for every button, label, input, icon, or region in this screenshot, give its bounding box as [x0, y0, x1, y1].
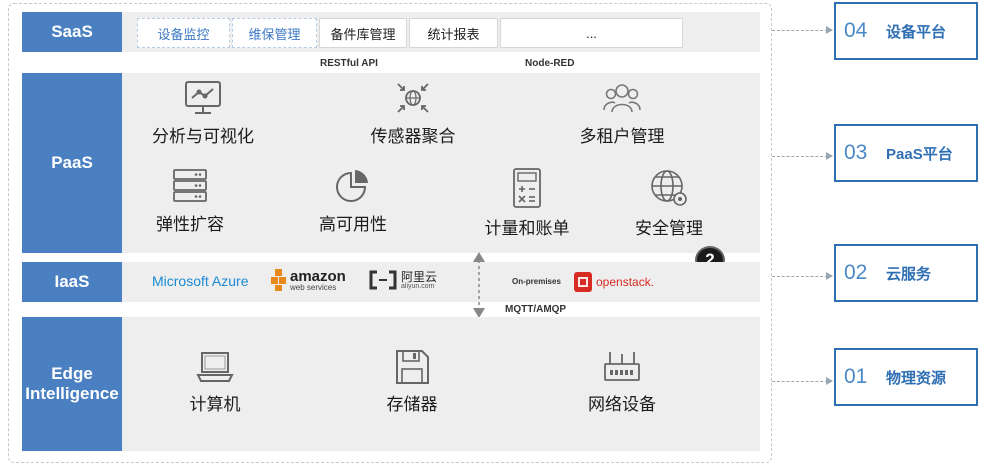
edge-item-label: 计算机: [189, 395, 241, 414]
aws-cubes-icon: [271, 269, 286, 291]
platform-box-03: 03 PaaS平台: [834, 124, 978, 182]
paas-item-label: 安全管理: [635, 219, 703, 238]
calculator-icon: [507, 168, 547, 208]
saas-layer-label: SaaS: [22, 12, 122, 52]
paas-item-label: 计量和账单: [484, 219, 570, 238]
mqtt-amqp-label: MQTT/AMQP: [505, 304, 567, 315]
pie-chart-icon: [333, 168, 373, 204]
paas-item-label: 分析与可视化: [152, 127, 254, 146]
edge-layer-label: Edge Intelligence: [22, 317, 122, 451]
aliyun-subtitle: aliyun.com: [401, 282, 435, 290]
aliyun-wordmark: 阿里云: [401, 269, 438, 284]
saas-item-reports: 统计报表: [409, 18, 498, 48]
edge-item-label: 网络设备: [588, 395, 656, 414]
amazon-subtitle: web services: [290, 282, 337, 292]
openstack-wordmark: openstack.: [596, 275, 655, 289]
connector-02: [772, 276, 828, 277]
monitor-chart-icon: [183, 80, 223, 116]
connector-02-arrow: [826, 272, 833, 280]
connector-03: [772, 156, 828, 157]
connector-03-arrow: [826, 152, 833, 160]
platform-name: 设备平台: [886, 23, 947, 41]
paas-item-label: 多租户管理: [579, 127, 665, 146]
platform-number: 04: [844, 19, 868, 42]
users-group-icon: [602, 80, 642, 116]
saas-item-maintenance: 维保管理: [232, 18, 317, 48]
platform-number: 01: [844, 365, 868, 388]
platform-box-01: 01 物理资源: [834, 348, 978, 406]
openstack-cube-icon: [574, 272, 592, 292]
saas-item-device-monitoring: 设备监控: [137, 18, 230, 48]
platform-box-04: 04 设备平台: [834, 2, 978, 60]
edge-layer-label-text: Edge Intelligence: [25, 364, 119, 403]
connector-01-arrow: [826, 377, 833, 385]
edge-item-storage: 存储器: [357, 350, 467, 415]
connector-04-arrow: [826, 26, 833, 34]
paas-item-security: 安全管理: [614, 168, 724, 239]
edge-item-network: 网络设备: [567, 350, 677, 415]
platform-name: 云服务: [886, 265, 932, 283]
paas-item-label: 弹性扩容: [156, 215, 224, 234]
paas-item-label: 传感器聚合: [370, 127, 456, 146]
paas-item-metering-billing: 计量和账单: [472, 168, 582, 239]
openstack-logo: openstack.: [573, 271, 654, 293]
paas-item-label: 高可用性: [319, 215, 387, 234]
router-icon: [602, 350, 642, 384]
paas-item-elastic-scaling: 弹性扩容: [135, 168, 245, 235]
edge-item-computer: 计算机: [160, 350, 270, 415]
server-stack-icon: [170, 168, 210, 204]
saas-item-spare-parts: 备件库管理: [319, 18, 407, 48]
amazon-logo: amazon web services: [270, 268, 346, 292]
mqtt-double-arrow: [473, 252, 485, 318]
paas-item-analytics: 分析与可视化: [148, 80, 258, 147]
amazon-wordmark: amazon: [290, 267, 346, 285]
aliyun-logo: 阿里云 aliyun.com: [368, 270, 437, 290]
platform-name: 物理资源: [886, 369, 947, 387]
node-red-label: Node-RED: [525, 58, 575, 69]
on-premises-label: On-premises: [512, 277, 561, 286]
restful-api-label: RESTful API: [320, 58, 378, 69]
aliyun-bracket-icon: [369, 270, 397, 290]
iaas-layer-label: IaaS: [22, 262, 122, 302]
platform-name: PaaS平台: [886, 145, 953, 163]
globe-converge-icon: [393, 80, 433, 116]
paas-item-multi-tenant: 多租户管理: [567, 80, 677, 147]
paas-item-high-availability: 高可用性: [298, 168, 408, 235]
laptop-icon: [195, 350, 235, 384]
paas-item-sensor-aggregation: 传感器聚合: [358, 80, 468, 147]
azure-logo: Microsoft Azure: [152, 273, 249, 289]
connector-01: [772, 381, 828, 382]
edge-item-label: 存储器: [386, 395, 438, 414]
floppy-disk-icon: [392, 350, 432, 384]
globe-gear-icon: [649, 168, 689, 208]
platform-number: 02: [844, 261, 868, 284]
paas-layer-label: PaaS: [22, 73, 122, 253]
platform-box-02: 02 云服务: [834, 244, 978, 302]
platform-number: 03: [844, 141, 868, 164]
saas-item-more: ...: [500, 18, 683, 48]
connector-04: [772, 30, 828, 31]
